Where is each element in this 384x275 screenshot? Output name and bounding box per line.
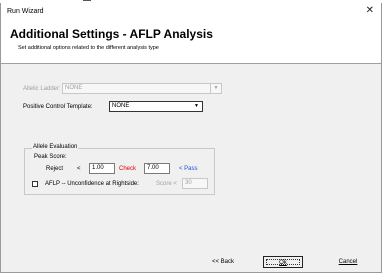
rightside-checkbox[interactable]: [32, 181, 38, 187]
wizard-header: Additional Settings - AFLP Analysis Set …: [1, 25, 381, 64]
reject-score-input[interactable]: 1.00: [89, 163, 115, 174]
positive-control-value: NONE: [112, 103, 130, 109]
page-subtitle: Set additional options related to the di…: [18, 45, 159, 51]
allelic-ladder-value: NONE: [65, 85, 83, 91]
close-icon[interactable]: ✕: [366, 5, 374, 16]
ok-button-label: Ok: [279, 260, 287, 266]
window-title: Run Wizard: [7, 8, 44, 15]
cancel-button-label: Cancel: [338, 259, 358, 265]
score-label: Score <: [156, 181, 177, 187]
positive-control-select[interactable]: NONE ▼: [109, 101, 203, 112]
peak-score-label: Peak Score:: [34, 154, 67, 160]
chevron-down-icon: ▼: [194, 103, 199, 109]
run-wizard-window: Run Wizard ✕ Additional Settings - AFLP …: [0, 3, 382, 273]
cancel-button[interactable]: Cancel: [328, 256, 368, 268]
allelic-ladder-label: Allelic Ladder:: [23, 86, 61, 92]
top-strip-mark: [83, 0, 91, 1]
check-score-value: 7.00: [147, 165, 159, 171]
rightside-score-input[interactable]: 30: [182, 178, 208, 189]
allele-evaluation-legend: Allele Evaluation: [32, 144, 79, 150]
reject-label: Reject: [46, 166, 64, 172]
chevron-down-icon: ▼: [210, 84, 221, 93]
rightside-label: AFLP -- Unconfidence at Rightside:: [45, 181, 139, 187]
positive-control-label: Positive Control Template:: [23, 104, 93, 110]
check-label: Check: [119, 166, 137, 172]
title-bar: Run Wizard ✕: [1, 3, 381, 25]
ok-button[interactable]: Ok: [263, 256, 303, 268]
reject-score-value: 1.00: [92, 165, 104, 171]
check-score-input[interactable]: 7.00: [144, 163, 170, 174]
pass-label: < Pass: [179, 166, 198, 172]
allelic-ladder-select[interactable]: NONE ▼: [62, 83, 222, 94]
less-than-label: <: [77, 166, 81, 172]
back-button-label: << Back: [211, 259, 234, 265]
back-button[interactable]: << Back: [203, 256, 243, 268]
rightside-score-value: 30: [185, 180, 192, 186]
page-title: Additional Settings - AFLP Analysis: [10, 27, 213, 41]
